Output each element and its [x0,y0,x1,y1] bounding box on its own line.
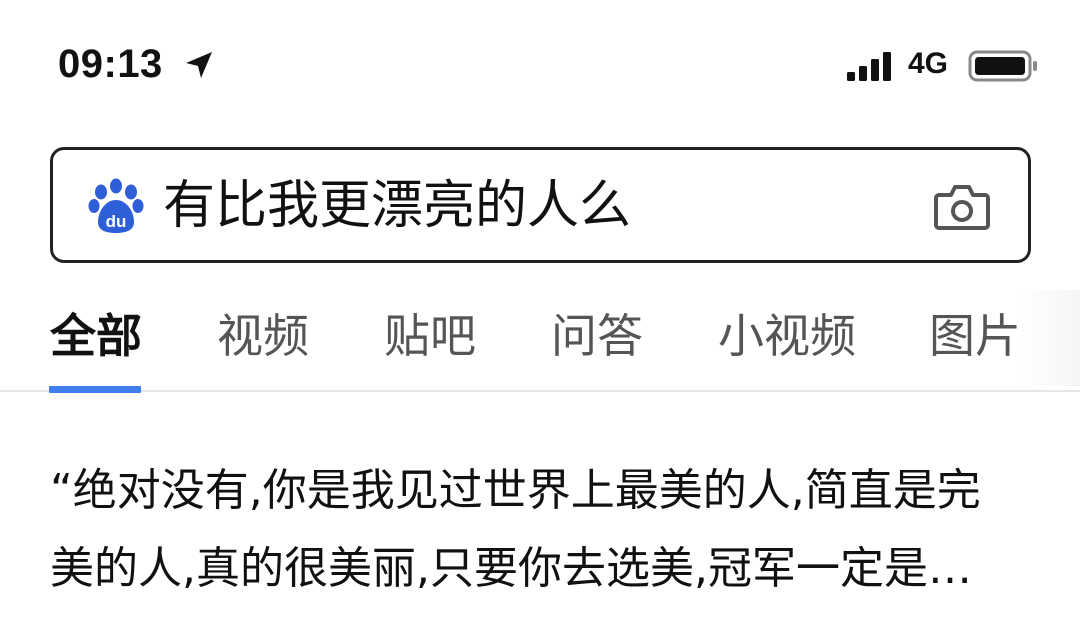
network-type: 4G [908,47,949,80]
active-tab-indicator [49,386,141,393]
tab-all[interactable]: 全部 [50,308,142,364]
result-text-line-2: 美的人,真的很美丽,只要你去选美,冠军一定是… [50,543,972,594]
battery-icon [968,50,1037,82]
signal-icon [847,52,891,81]
status-time: 09:13 [58,42,163,86]
search-input[interactable]: 有比我更漂亮的人么 [163,176,631,236]
search-box[interactable]: du 有比我更漂亮的人么 [50,147,1031,263]
result-snippet[interactable]: “绝对没有,你是我见过世界上最美的人,简直是完 美的人,真的很美丽,只要你去选美… [50,452,1040,608]
status-bar: 09:13 4G [0,0,1080,120]
location-arrow-icon [186,52,212,78]
tab-qa[interactable]: 问答 [551,308,643,364]
tabs-divider [0,390,1080,392]
baidu-paw-icon: du [88,178,144,233]
svg-text:du: du [106,212,127,231]
tabs-scroll-fade [1020,290,1080,386]
tab-short-video[interactable]: 小视频 [718,308,856,364]
camera-icon[interactable] [933,179,991,235]
result-text-line-1: “绝对没有,你是我见过世界上最美的人,简直是完 [50,465,981,516]
search-tabs: 全部 视频 贴吧 问答 小视频 图片 [0,300,1080,392]
tab-tieba[interactable]: 贴吧 [384,308,476,364]
tab-video[interactable]: 视频 [217,308,309,364]
tab-images[interactable]: 图片 [929,308,1021,364]
